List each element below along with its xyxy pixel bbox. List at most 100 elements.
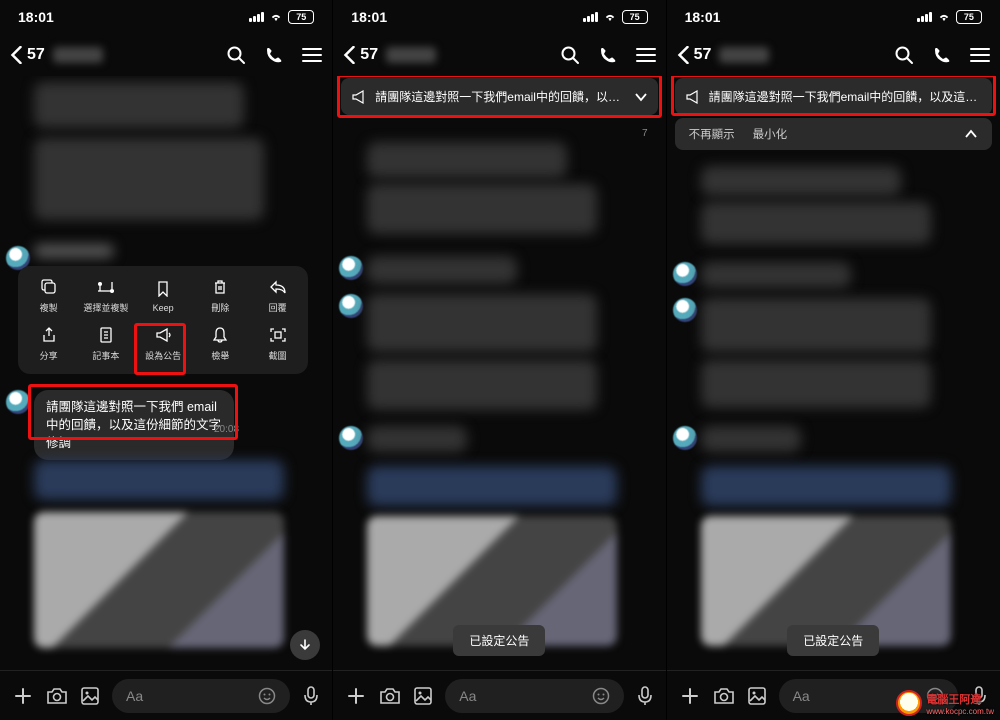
day-separator: 7 bbox=[642, 128, 648, 139]
emoji-icon[interactable] bbox=[592, 687, 610, 705]
megaphone-icon bbox=[351, 90, 367, 104]
toast-text: 已設定公告 bbox=[803, 634, 863, 648]
reply-icon bbox=[269, 278, 287, 296]
message-input[interactable]: Aa bbox=[112, 679, 290, 713]
plus-icon[interactable] bbox=[679, 685, 701, 707]
message-text: 請團隊這邊對照一下我們 email 中的回饋，以及這份細節的文字修調 bbox=[46, 400, 221, 450]
chat-title-blurred bbox=[719, 47, 769, 63]
plus-icon[interactable] bbox=[12, 685, 34, 707]
status-time: 18:01 bbox=[351, 9, 387, 25]
emoji-icon[interactable] bbox=[258, 687, 276, 705]
announce-minimize-button[interactable]: 最小化 bbox=[753, 126, 788, 142]
watermark-url: www.kocpc.com.tw bbox=[926, 707, 994, 716]
avatar[interactable] bbox=[673, 262, 697, 286]
input-placeholder: Aa bbox=[126, 688, 143, 704]
input-bar: Aa bbox=[333, 670, 665, 720]
search-icon[interactable] bbox=[560, 45, 580, 65]
back-button[interactable] bbox=[10, 46, 23, 64]
signal-icon bbox=[249, 12, 264, 22]
chevron-up-icon[interactable] bbox=[964, 129, 978, 139]
wifi-icon bbox=[603, 12, 617, 22]
input-placeholder: Aa bbox=[459, 688, 476, 704]
scroll-to-bottom-button[interactable] bbox=[290, 630, 320, 660]
avatar[interactable] bbox=[339, 256, 363, 280]
input-bar: Aa bbox=[0, 670, 332, 720]
unread-count: 57 bbox=[27, 46, 45, 64]
status-time: 18:01 bbox=[18, 9, 54, 25]
action-share[interactable]: 分享 bbox=[20, 320, 77, 368]
chevron-down-icon[interactable] bbox=[634, 92, 648, 102]
watermark: 電腦王阿達 www.kocpc.com.tw bbox=[896, 690, 994, 716]
announcement-options: 不再顯示 最小化 bbox=[675, 118, 992, 150]
chat-title-blurred bbox=[53, 47, 103, 63]
mic-icon[interactable] bbox=[636, 685, 654, 707]
action-set-announce[interactable]: 設為公告 bbox=[135, 320, 192, 368]
action-copy[interactable]: 複製 bbox=[20, 272, 77, 320]
trash-icon bbox=[213, 278, 227, 296]
input-placeholder: Aa bbox=[793, 688, 810, 704]
camera-icon[interactable] bbox=[379, 686, 401, 706]
chat-scroll-area[interactable]: 複製 選擇並複製 Keep 刪除 回覆 分享 bbox=[0, 76, 332, 670]
message-input[interactable]: Aa bbox=[445, 679, 623, 713]
chat-nav-bar: 57 bbox=[333, 34, 665, 76]
select-copy-icon bbox=[96, 278, 116, 296]
avatar[interactable] bbox=[339, 426, 363, 450]
action-delete[interactable]: 刪除 bbox=[192, 272, 249, 320]
avatar[interactable] bbox=[6, 390, 30, 414]
action-reply[interactable]: 回覆 bbox=[249, 272, 306, 320]
action-capture[interactable]: 截圖 bbox=[249, 320, 306, 368]
action-select-copy[interactable]: 選擇並複製 bbox=[77, 272, 134, 320]
chat-title-blurred bbox=[386, 47, 436, 63]
camera-icon[interactable] bbox=[713, 686, 735, 706]
action-note[interactable]: 記事本 bbox=[77, 320, 134, 368]
announcement-banner[interactable]: 請團隊這邊對照一下我們email中的回饋，以及... bbox=[341, 78, 657, 115]
action-report[interactable]: 檢舉 bbox=[192, 320, 249, 368]
search-icon[interactable] bbox=[226, 45, 246, 65]
menu-icon[interactable] bbox=[636, 47, 656, 63]
call-icon[interactable] bbox=[932, 45, 952, 65]
chat-scroll-area[interactable]: 請團隊這邊對照一下我們email中的回饋，以及這份... 不再顯示 最小化 已設… bbox=[667, 76, 1000, 670]
wifi-icon bbox=[937, 12, 951, 22]
avatar[interactable] bbox=[339, 294, 363, 318]
battery-icon: 75 bbox=[288, 10, 314, 24]
message-bubble[interactable]: 請團隊這邊對照一下我們 email 中的回饋，以及這份細節的文字修調 bbox=[34, 390, 234, 460]
call-icon[interactable] bbox=[598, 45, 618, 65]
battery-icon: 75 bbox=[622, 10, 648, 24]
unread-count: 57 bbox=[694, 46, 712, 64]
megaphone-icon bbox=[685, 90, 701, 104]
camera-icon[interactable] bbox=[46, 686, 68, 706]
toast: 已設定公告 bbox=[453, 625, 545, 656]
announcement-banner[interactable]: 請團隊這邊對照一下我們email中的回饋，以及這份... bbox=[675, 78, 992, 115]
back-button[interactable] bbox=[343, 46, 356, 64]
avatar[interactable] bbox=[673, 298, 697, 322]
gallery-icon[interactable] bbox=[747, 686, 767, 706]
capture-icon bbox=[270, 326, 286, 344]
message-time: 20:08 bbox=[214, 424, 239, 435]
status-time: 18:01 bbox=[685, 9, 721, 25]
watermark-logo bbox=[896, 690, 922, 716]
gallery-icon[interactable] bbox=[80, 686, 100, 706]
avatar[interactable] bbox=[673, 426, 697, 450]
signal-icon bbox=[583, 12, 598, 22]
toast: 已設定公告 bbox=[787, 625, 879, 656]
status-bar: 18:01 75 bbox=[0, 0, 332, 34]
copy-icon bbox=[41, 278, 57, 296]
watermark-brand: 電腦王阿達 bbox=[926, 691, 994, 707]
status-bar: 18:01 75 bbox=[667, 0, 1000, 34]
action-keep[interactable]: Keep bbox=[135, 272, 192, 320]
plus-icon[interactable] bbox=[345, 685, 367, 707]
wifi-icon bbox=[269, 12, 283, 22]
menu-icon[interactable] bbox=[302, 47, 322, 63]
message-action-menu: 複製 選擇並複製 Keep 刪除 回覆 分享 bbox=[18, 266, 308, 374]
search-icon[interactable] bbox=[894, 45, 914, 65]
megaphone-icon bbox=[155, 326, 171, 344]
announce-hide-button[interactable]: 不再顯示 bbox=[689, 126, 735, 142]
call-icon[interactable] bbox=[264, 45, 284, 65]
bookmark-icon bbox=[157, 280, 169, 298]
menu-icon[interactable] bbox=[970, 47, 990, 63]
mic-icon[interactable] bbox=[302, 685, 320, 707]
back-button[interactable] bbox=[677, 46, 690, 64]
gallery-icon[interactable] bbox=[413, 686, 433, 706]
unread-count: 57 bbox=[360, 46, 378, 64]
chat-scroll-area[interactable]: 請團隊這邊對照一下我們email中的回饋，以及... 7 已設定公告 bbox=[333, 76, 665, 670]
